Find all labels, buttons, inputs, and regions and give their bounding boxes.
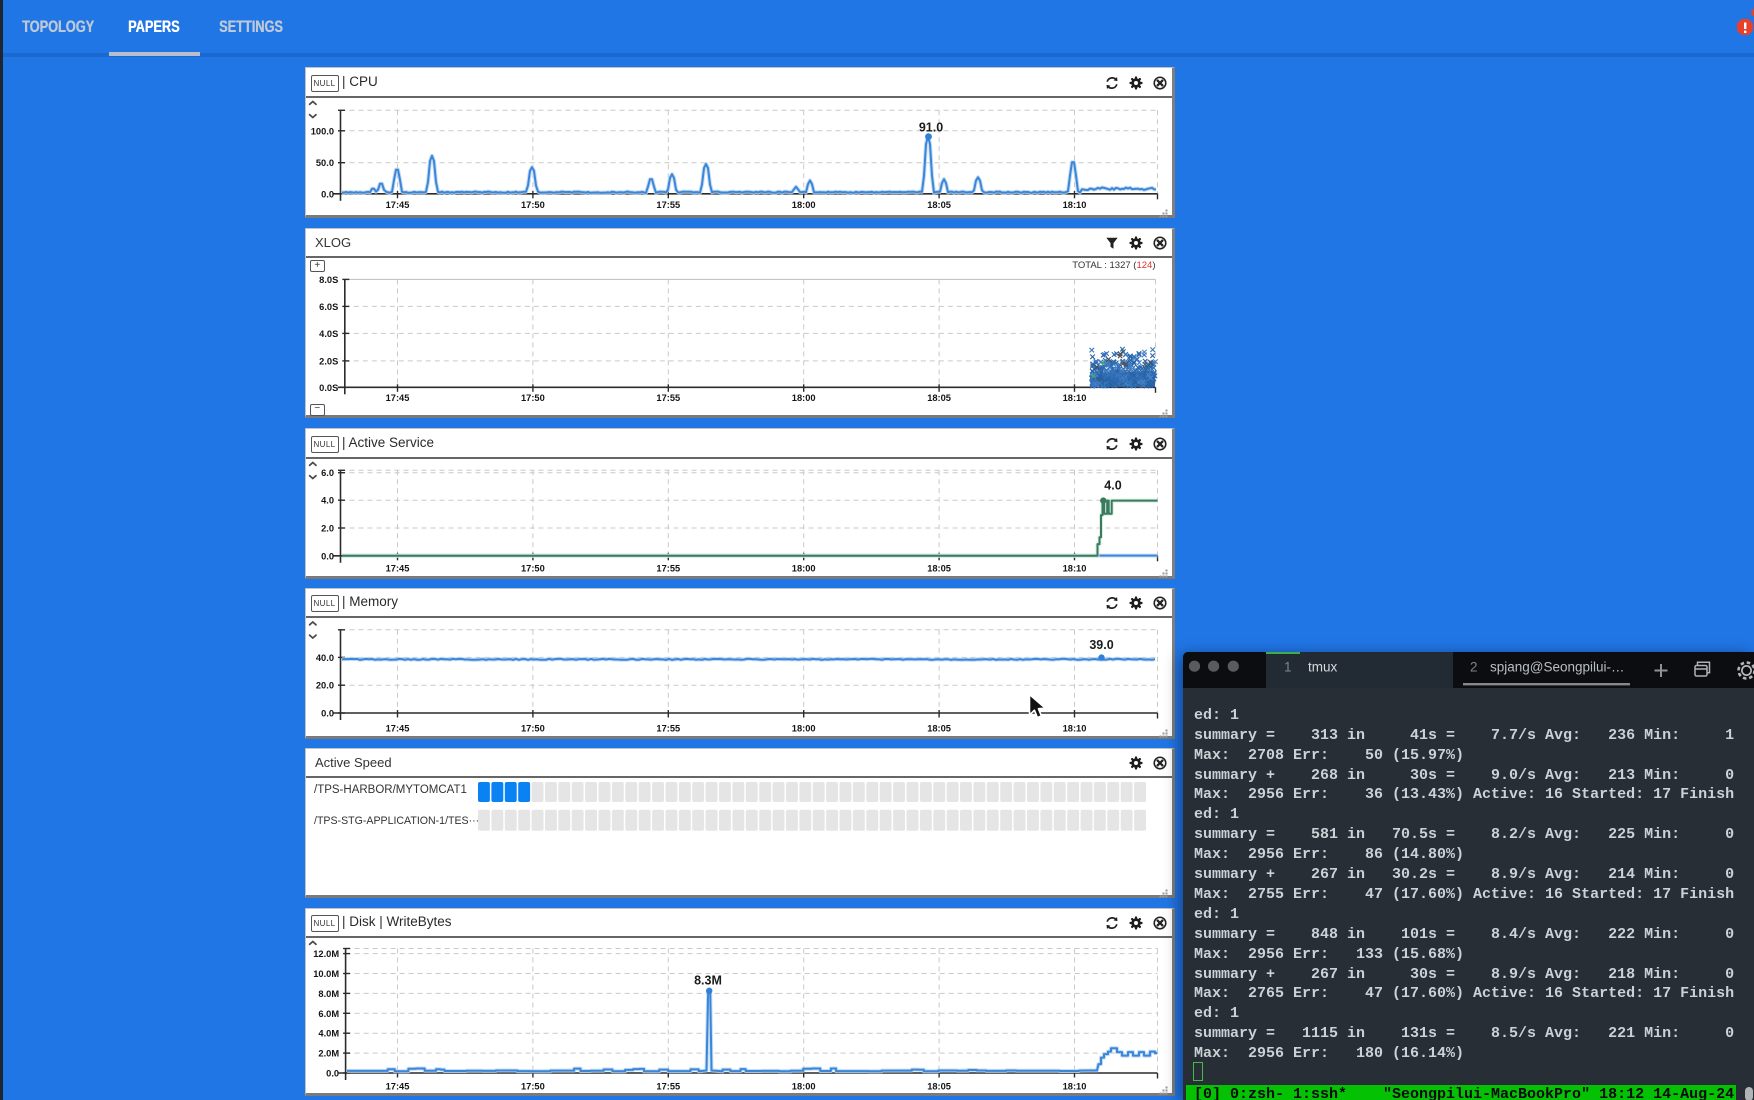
svg-text:2: 2	[1470, 659, 1478, 674]
svg-text:tmux: tmux	[1308, 659, 1338, 674]
svg-text:spjang@Seongpilui-…: spjang@Seongpilui-…	[1490, 659, 1625, 674]
svg-text:1: 1	[1284, 659, 1292, 674]
